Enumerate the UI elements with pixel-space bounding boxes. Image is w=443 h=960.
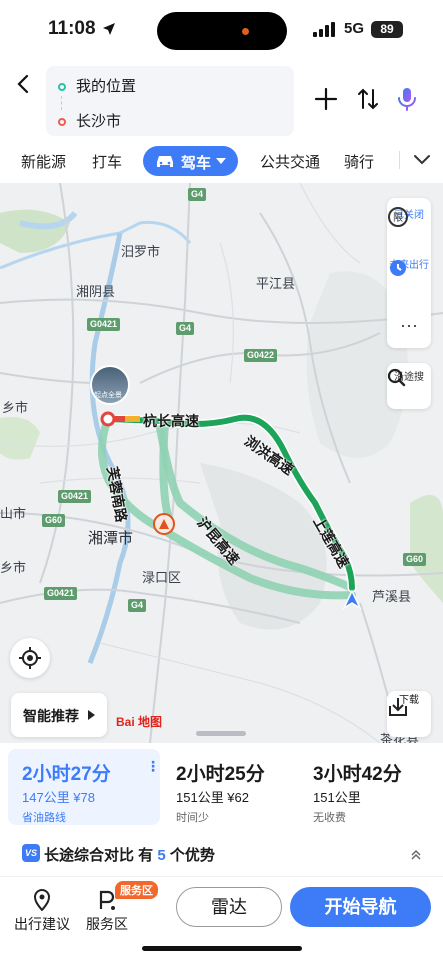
home-indicator (142, 946, 302, 951)
chevron-up-icon[interactable] (410, 849, 422, 861)
more-options-icon[interactable]: ⋮ (146, 759, 160, 773)
place-label: 平江县 (256, 276, 296, 291)
baidu-logo: Bai 地图 (116, 715, 163, 729)
tab-public-transit[interactable]: 公共交通 (260, 151, 320, 172)
clock-icon (390, 260, 406, 276)
service-area-icon (99, 890, 115, 910)
route-option-1[interactable]: 2小时27分 ⋮ 147公里 ¥78 省油路线 (8, 749, 160, 825)
tab-taxi[interactable]: 打车 (92, 151, 122, 172)
sheet-drag-handle[interactable] (196, 731, 246, 736)
place-label: 汨罗市 (121, 244, 161, 259)
map-controls-panel: 限 已关闭 未来出行 ··· (387, 198, 431, 348)
destination-field[interactable]: 长沙市 (58, 110, 121, 131)
svg-text:限: 限 (393, 212, 403, 224)
back-icon[interactable] (14, 72, 34, 96)
place-label: 乡市 (0, 560, 27, 575)
place-label: 湘阴县 (76, 284, 116, 299)
download-button[interactable]: 下载 (387, 691, 431, 737)
along-search-button[interactable]: 沿途搜 (387, 363, 431, 409)
smart-recommend-button[interactable]: 智能推荐 (11, 693, 107, 737)
start-navigation-button[interactable]: 开始导航 (290, 887, 431, 927)
car-icon (157, 156, 173, 167)
place-label: 山市 (0, 506, 27, 521)
highway-label: 杭长高速 (143, 413, 199, 429)
voice-icon[interactable] (394, 86, 420, 112)
dynamic-island (157, 12, 287, 50)
restrict-icon: 限 (388, 207, 408, 227)
road-shield: G4 (128, 599, 147, 612)
road-shield: G60 (42, 514, 66, 527)
construction-icon (153, 513, 175, 535)
road-shield: G0421 (44, 587, 78, 600)
route-option-3[interactable]: 3小时42分 151公里 无收费 (299, 749, 435, 825)
transport-tabs: 新能源 打车 驾车 公共交通 骑行 (0, 145, 443, 177)
origin-dot-icon (58, 83, 66, 92)
road-shield: G4 (176, 322, 195, 335)
caret-down-icon (216, 158, 226, 164)
route-option-2[interactable]: 2小时25分 151公里 ¥62 时间少 (162, 749, 297, 825)
origin-field[interactable]: 我的位置 (58, 75, 136, 96)
destination-dot-icon (58, 118, 66, 127)
place-label: 乡市 (2, 400, 29, 415)
map-view[interactable]: 起点全景 汨罗市 平江县 湘阴县 湘潭市 渌口区 芦溪县 乡市 山市 乡市 茶花… (0, 183, 443, 743)
tab-drive[interactable]: 驾车 (143, 146, 238, 176)
crosshair-icon (19, 647, 41, 669)
locate-button[interactable] (10, 638, 50, 678)
road-shield: G0421 (87, 318, 121, 331)
status-time: 11:08 (48, 18, 96, 39)
swap-icon[interactable] (355, 86, 381, 112)
restrict-toggle[interactable]: 限 已关闭 (387, 206, 431, 227)
place-label: 渌口区 (142, 570, 182, 585)
road-shield: G0422 (244, 349, 278, 362)
location-arrow-icon (103, 23, 115, 35)
route-options: 2小时27分 ⋮ 147公里 ¥78 省油路线 2小时25分 151公里 ¥62… (0, 743, 443, 825)
network-type: 5G (344, 20, 365, 37)
place-label: 湘潭市 (88, 530, 134, 547)
signal-icon (313, 22, 335, 37)
chevron-down-icon[interactable] (413, 154, 431, 166)
tab-cycling[interactable]: 骑行 (344, 151, 374, 172)
travel-advice-button[interactable]: 出行建议 (12, 889, 72, 934)
road-shield: G4 (188, 188, 207, 201)
caret-right-icon (88, 710, 95, 720)
future-travel-button[interactable]: 未来出行 (387, 256, 431, 276)
radar-button[interactable]: 雷达 (176, 887, 282, 927)
battery-level: 89 (371, 21, 403, 38)
download-icon (389, 698, 407, 716)
pin-icon (33, 889, 51, 912)
long-trip-compare[interactable]: VS 长途综合对比 有 5 个优势 (0, 838, 443, 870)
service-area-badge: 服务区 (115, 881, 158, 899)
panorama-thumbnail[interactable]: 起点全景 (90, 365, 130, 405)
tab-new-energy[interactable]: 新能源 (21, 151, 66, 172)
map-canvas (0, 183, 443, 743)
road-shield: G0421 (58, 490, 92, 503)
more-icon[interactable]: ··· (387, 316, 431, 334)
route-input-box[interactable]: 我的位置 长沙市 (46, 66, 294, 136)
add-waypoint-icon[interactable] (313, 86, 339, 112)
status-bar: 11:08 5G 89 (0, 0, 443, 60)
vs-icon: VS (22, 844, 40, 862)
place-label: 芦溪县 (372, 589, 412, 604)
road-shield: G60 (403, 553, 427, 566)
search-icon (387, 368, 406, 387)
